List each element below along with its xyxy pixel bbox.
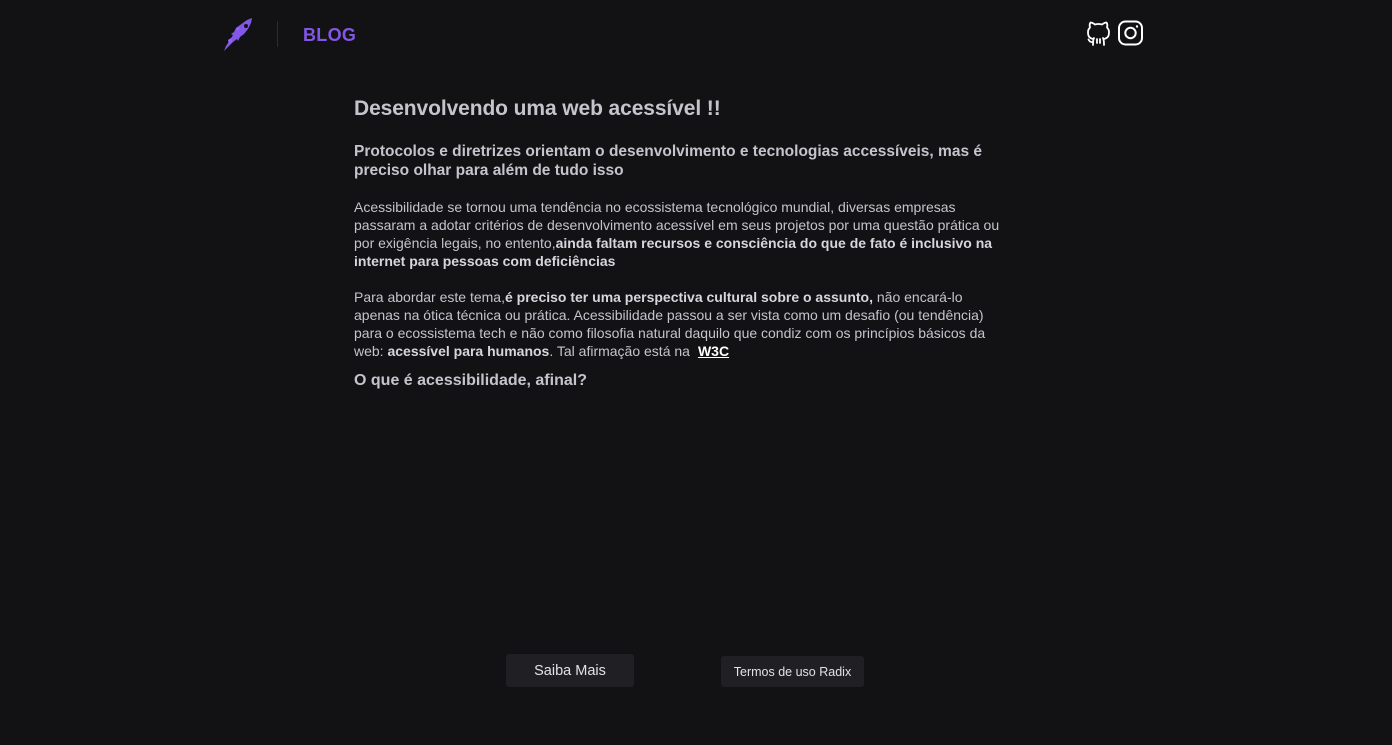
termos-de-uso-button[interactable]: Termos de uso Radix [721, 656, 864, 687]
header-divider [277, 21, 278, 47]
paragraph-2-text-e: . Tal afirmação está na [549, 343, 690, 359]
article: Desenvolvendo uma web acessível !! Proto… [354, 96, 1004, 391]
rocket-logo-icon[interactable] [222, 16, 256, 52]
page: BLOG Desenvolvendo uma web acessível !! … [0, 0, 1392, 745]
article-title: Desenvolvendo uma web acessível !! [354, 97, 721, 120]
paragraph-2: Para abordar este tema,é preciso ter uma… [354, 288, 1004, 360]
instagram-icon[interactable] [1117, 19, 1144, 47]
paragraph-2-bold-d: acessível para humanos [387, 343, 550, 359]
blog-link[interactable]: BLOG [303, 24, 356, 46]
github-icon[interactable] [1085, 19, 1112, 47]
w3c-link[interactable]: W3C [698, 343, 729, 359]
saiba-mais-button[interactable]: Saiba Mais [506, 654, 634, 687]
article-subtitle: Protocolos e diretrizes orientam o desen… [354, 143, 982, 179]
paragraph-1: Acessibilidade se tornou uma tendência n… [354, 198, 1004, 270]
site-header: BLOG [0, 0, 1392, 70]
section-heading: O que é acessibilidade, afinal? [354, 372, 587, 389]
paragraph-2-text-a: Para abordar este tema, [354, 289, 505, 305]
paragraph-2-bold-b: é preciso ter uma perspectiva cultural s… [504, 289, 873, 305]
